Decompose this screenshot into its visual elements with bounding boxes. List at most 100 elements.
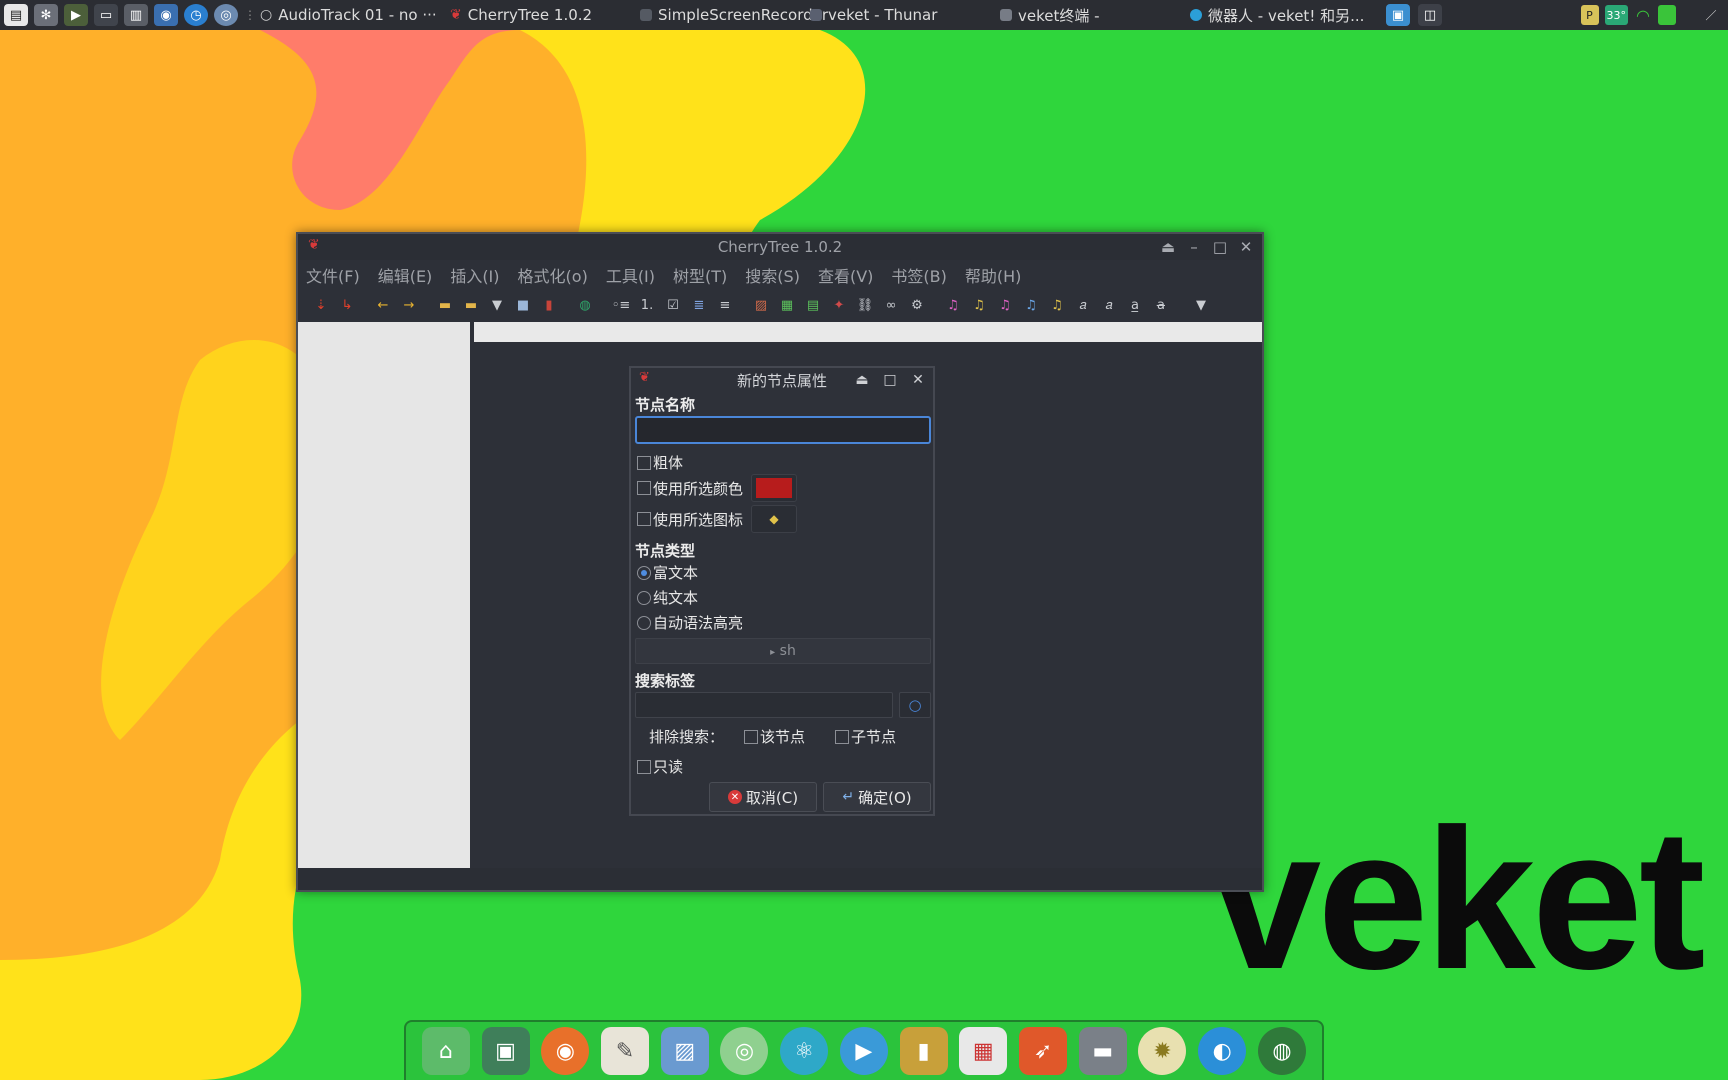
outdent-icon[interactable]: ≡ [712, 293, 738, 317]
forward-arrow-icon[interactable]: → [396, 293, 422, 317]
menu-bookmarks[interactable]: 书签(B) [891, 263, 946, 287]
auto-syntax-radio[interactable] [637, 615, 651, 630]
menu-view[interactable]: 查看(V) [818, 263, 873, 287]
screenshot-icon[interactable]: ◉ [154, 4, 178, 26]
media-player-icon[interactable]: ▶ [839, 1027, 888, 1075]
bullet-list-icon[interactable]: ◦≡ [608, 293, 634, 317]
type-rich-option[interactable]: 富文本 [637, 562, 698, 583]
eject-icon[interactable]: ⏏ [1156, 236, 1180, 258]
notepad-icon[interactable]: ✎ [601, 1027, 650, 1075]
monitor-icon[interactable]: ▤ [4, 4, 28, 26]
close-button[interactable]: ✕ [1234, 236, 1258, 258]
add-subnode-icon[interactable]: ↳ [334, 293, 360, 317]
menu-file[interactable]: 文件(F) [306, 263, 360, 287]
node-name-input[interactable] [635, 416, 931, 444]
type-auto-option[interactable]: 自动语法高亮 [637, 612, 743, 633]
use-color-option[interactable]: 使用所选颜色 [637, 474, 798, 502]
clock-icon[interactable]: ◷ [184, 4, 208, 26]
task-cherrytree[interactable]: ❦ CherryTree 1.0.2 [450, 6, 640, 24]
battery-icon[interactable] [1658, 5, 1676, 25]
menu-format[interactable]: 格式化(o) [518, 263, 588, 287]
icon-picker-button[interactable]: ◆ [751, 505, 798, 533]
toolbar-overflow-icon[interactable]: ▼ [1188, 293, 1214, 317]
close-button[interactable]: ✕ [907, 369, 929, 391]
readonly-option[interactable]: 只读 [637, 756, 683, 777]
menu-tree[interactable]: 树型(T) [673, 263, 727, 287]
bold-checkbox[interactable] [637, 455, 651, 470]
rocket-icon[interactable]: ➶ [1019, 1027, 1068, 1075]
firefox-icon[interactable]: ◉ [541, 1027, 590, 1075]
power-icon[interactable]: P [1580, 5, 1599, 25]
rich-text-radio[interactable] [637, 565, 651, 580]
computer-icon[interactable]: ▣ [481, 1027, 530, 1075]
find-icon[interactable]: ◍ [572, 293, 598, 317]
tree-panel[interactable] [298, 322, 470, 868]
task-audiotrack[interactable]: ○ AudioTrack 01 - no ··· [260, 6, 450, 24]
format-strikethrough-icon[interactable]: a̶ [1148, 293, 1174, 317]
globe-browser-icon[interactable]: ◍ [1257, 1027, 1306, 1075]
indent-icon[interactable]: ≣ [686, 293, 712, 317]
pen-icon[interactable]: ／ [1702, 5, 1720, 25]
document-icon[interactable]: ▮ [899, 1027, 948, 1075]
numbered-list-icon[interactable]: 1. [634, 293, 660, 317]
back-arrow-icon[interactable]: ← [370, 293, 396, 317]
add-node-icon[interactable]: ⇣ [308, 293, 334, 317]
bold-option[interactable]: 粗体 [637, 452, 683, 473]
temperature-badge[interactable]: 33° [1604, 5, 1628, 25]
syntax-language-selector[interactable]: ▸ sh [635, 638, 931, 664]
format-h2-icon[interactable]: ♫ [966, 293, 992, 317]
tags-search-button[interactable]: ○ [899, 692, 931, 718]
color-picker-button[interactable] [751, 474, 798, 502]
format-small-icon[interactable]: ♫ [1018, 293, 1044, 317]
home-folder-icon[interactable]: ⌂ [421, 1027, 470, 1075]
menu-tools[interactable]: 工具(I) [606, 263, 655, 287]
export-icon[interactable]: ▮ [536, 293, 562, 317]
maximize-button[interactable]: □ [879, 369, 901, 391]
cancel-button[interactable]: ✕ 取消(C) [709, 782, 817, 812]
new-folder-icon[interactable]: ▬ [432, 293, 458, 317]
task-screen-recorder[interactable]: SimpleScreenRecorder [640, 6, 830, 24]
edit-link-icon[interactable]: ∞ [878, 293, 904, 317]
minimize-button[interactable]: – [1182, 236, 1206, 258]
format-italic2-icon[interactable]: 𝑎 [1096, 293, 1122, 317]
insert-codebox-icon[interactable]: ▤ [800, 293, 826, 317]
menu-insert[interactable]: 插入(I) [450, 263, 499, 287]
settings-icon[interactable]: ✻ [34, 4, 58, 26]
format-h1-icon[interactable]: ♫ [940, 293, 966, 317]
task-thunar[interactable]: veket - Thunar [810, 6, 1000, 24]
search-tags-input[interactable] [635, 692, 893, 718]
menu-search[interactable]: 搜索(S) [745, 263, 800, 287]
insert-image-icon[interactable]: ▨ [748, 293, 774, 317]
exclude-this-node-checkbox[interactable] [744, 729, 759, 744]
format-highlight-icon[interactable]: ♫ [1044, 293, 1070, 317]
ok-button[interactable]: ↵ 确定(O) [823, 782, 931, 812]
terminal-icon[interactable]: ▭ [94, 4, 118, 26]
open-folder-icon[interactable]: ▬ [458, 293, 484, 317]
chart-app-icon[interactable]: ▦ [959, 1027, 1008, 1075]
play-icon[interactable]: ▶ [64, 4, 88, 26]
edge-browser-icon[interactable]: ◐ [1198, 1027, 1247, 1075]
window-switch-icon[interactable]: ◫ [1418, 4, 1442, 26]
image-viewer-icon[interactable]: ▨ [660, 1027, 709, 1075]
readonly-checkbox[interactable] [637, 759, 651, 774]
menu-edit[interactable]: 编辑(E) [378, 263, 433, 287]
network-icon[interactable]: ◎ [720, 1027, 769, 1075]
insert-anchor-icon[interactable]: ✦ [826, 293, 852, 317]
format-italic-icon[interactable]: 𝑎 [1070, 293, 1096, 317]
task-edge[interactable]: 微器人 - veket! 和另... [1190, 5, 1380, 26]
insert-link-icon[interactable]: ⛓ [852, 293, 878, 317]
eject-icon[interactable]: ⏏ [851, 369, 873, 391]
dialog-titlebar[interactable]: ❦ 新的节点属性 ⏏ □ ✕ [631, 368, 933, 392]
maximize-button[interactable]: □ [1208, 236, 1232, 258]
todo-list-icon[interactable]: ☑ [660, 293, 686, 317]
format-underline-icon[interactable]: a̲ [1122, 293, 1148, 317]
task-terminal[interactable]: veket终端 - [1000, 5, 1190, 26]
atom-icon[interactable]: ⚛ [780, 1027, 829, 1075]
dropdown-arrow-icon[interactable]: ▼ [484, 293, 510, 317]
save-icon[interactable]: ■ [510, 293, 536, 317]
settings-sun-icon[interactable]: ✹ [1138, 1027, 1187, 1075]
use-icon-checkbox[interactable] [637, 512, 651, 526]
use-icon-option[interactable]: 使用所选图标 ◆ [637, 505, 798, 533]
window-titlebar[interactable]: ❦ CherryTree 1.0.2 ⏏ – □ ✕ [298, 234, 1262, 260]
menu-help[interactable]: 帮助(H) [965, 263, 1022, 287]
